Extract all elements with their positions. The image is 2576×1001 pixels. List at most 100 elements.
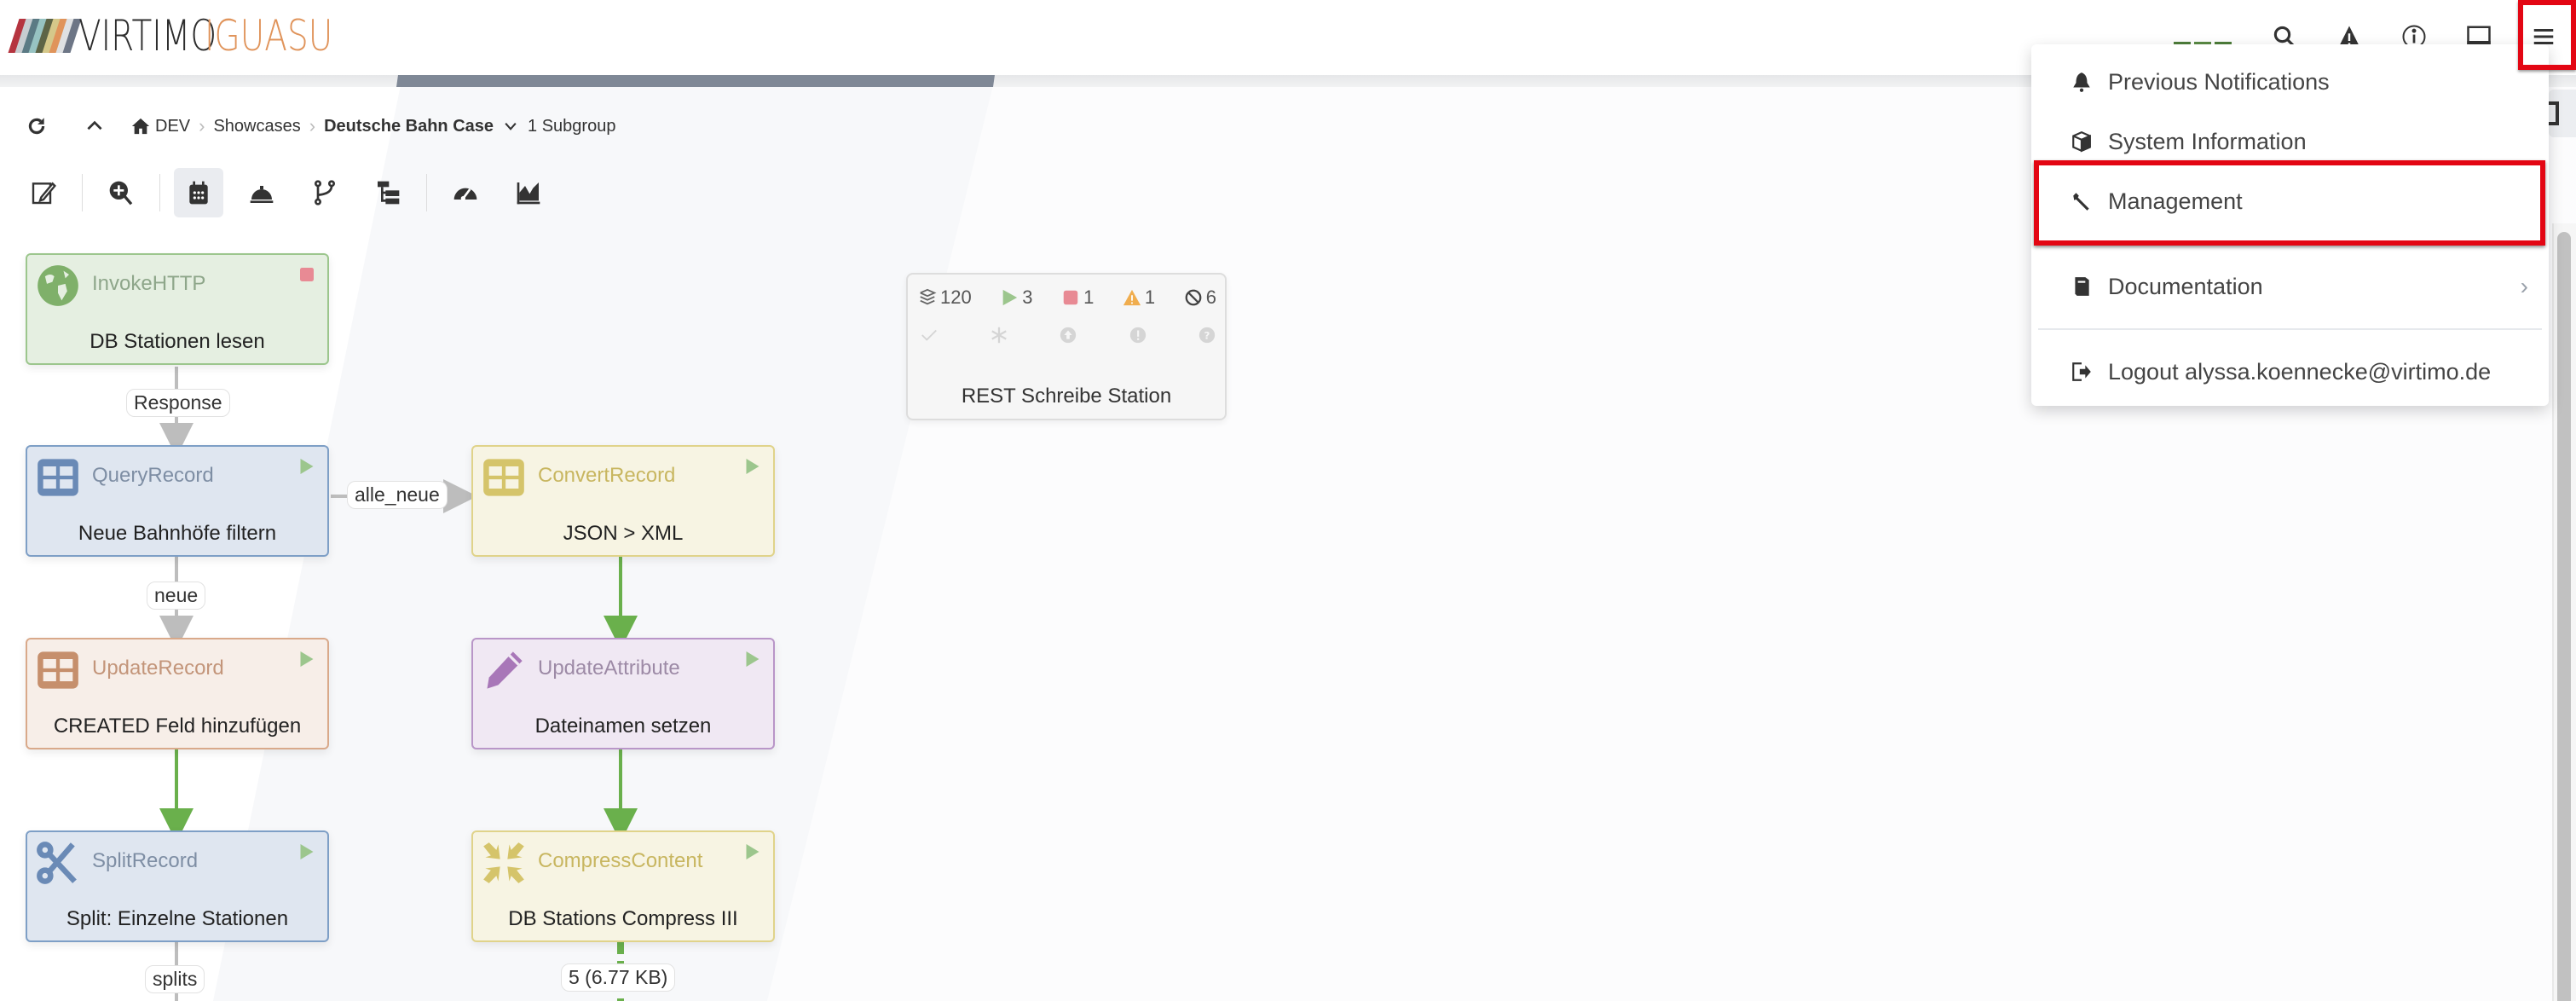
queued-stat: 120 [918,286,972,309]
process-group-rest-schreibe-station[interactable]: 120 3 1 1 6 ? REST Schreibe Station [906,273,1227,420]
refresh-icon [28,118,45,135]
area-chart-icon [517,182,540,205]
menu-divider [2038,328,2542,330]
exclamation-circle-icon [1129,327,1146,344]
globe-icon [38,265,78,306]
toolbar-divider [159,174,160,211]
play-icon [1002,289,1018,306]
processor-type: CompressContent [538,849,703,872]
table-icon [483,459,524,496]
running-icon [300,459,314,474]
stopped-stat: 1 [1061,286,1094,309]
processor-invokehttp[interactable]: InvokeHTTP DB Stationen lesen [26,253,329,365]
chevron-down-icon[interactable] [502,118,519,135]
processor-updateattribute[interactable]: UpdateAttribute Dateinamen setzen [471,638,775,749]
service-button[interactable] [237,168,286,217]
connection-label-neue[interactable]: neue [147,582,206,610]
menu-item-documentation[interactable]: Documentation › [2031,261,2549,312]
box-icon [2072,130,2091,153]
connection-label-response[interactable]: Response [126,389,230,417]
running-icon [300,844,314,859]
logout-icon [2072,362,2091,381]
processor-name: Neue Bahnhöfe filtern [78,522,277,545]
hierarchy-button[interactable] [363,168,413,217]
statistics-button[interactable] [504,168,553,217]
calendar-icon [189,181,208,205]
management-highlight [2034,160,2545,246]
processor-splitrecord[interactable]: SplitRecord Split: Einzelne Stationen [26,830,329,942]
version-stats: ? [920,326,1216,344]
processor-name: DB Stationen lesen [90,330,265,353]
processor-type: InvokeHTTP [92,272,206,295]
table-icon [38,651,78,689]
logo[interactable]: VIRTIMO IGUASU [8,11,368,61]
processor-name: Dateinamen setzen [534,715,712,738]
question-circle-icon: ? [1198,327,1216,344]
breadcrumb-item-current[interactable]: Deutsche Bahn Case [324,117,494,136]
menu-item-label: Documentation [2108,273,2263,299]
compress-icon [483,842,524,883]
edit-button[interactable] [19,168,68,217]
upload-circle-icon [1060,327,1077,344]
header-band-accent [396,75,995,87]
side-panel-toggle[interactable] [2549,90,2576,137]
running-icon [746,844,760,859]
processor-compresscontent[interactable]: CompressContent DB Stations Compress III [471,830,775,942]
hierarchy-icon [378,181,400,205]
processor-queryrecord[interactable]: QueryRecord Neue Bahnhöfe filtern [26,445,329,557]
subgroup-dropdown[interactable]: 1 Subgroup [528,117,615,136]
book-icon [2075,277,2089,296]
check-icon [921,329,937,341]
breadcrumb-item-showcases[interactable]: Showcases [213,117,300,136]
menu-item-label: System Information [2108,128,2307,154]
connection-label-splits[interactable]: splits [145,965,205,993]
running-icon [300,651,314,667]
gauge-icon [453,188,477,201]
connection-label-alle-neue[interactable]: alle_neue [347,481,448,509]
logo-mark-icon [8,19,82,53]
zoom-button[interactable] [96,168,146,217]
processor-updaterecord[interactable]: UpdateRecord CREATED Feld hinzufügen [26,638,329,749]
toolbar-divider [82,174,83,211]
running-icon [746,459,760,474]
product-name: IGUASU [204,11,333,61]
home-icon [131,118,150,135]
breadcrumb-separator: › [309,115,316,136]
menu-item-logout[interactable]: Logout alyssa.koennecke@virtimo.de [2031,346,2549,397]
running-icon [746,651,760,667]
queued-count: 120 [940,286,972,308]
scrollbar-thumb[interactable] [2557,232,2571,1001]
stopped-icon [300,268,314,281]
connection-label-queued[interactable]: 5 (6.77 KB) [561,963,676,992]
processor-type: ConvertRecord [538,464,676,487]
processor-name: Split: Einzelne Stationen [66,907,289,930]
svg-text:?: ? [1204,330,1210,342]
versioning-button[interactable] [300,168,349,217]
processor-name: DB Stations Compress III [508,907,738,930]
processor-type: SplitRecord [92,849,199,872]
running-stat: 3 [1000,286,1033,309]
metrics-button[interactable] [441,168,490,217]
chevron-right-icon: › [2520,273,2528,299]
breadcrumb-home[interactable]: DEV [131,117,190,136]
stop-icon [1063,290,1078,305]
navigate-up-button[interactable] [73,109,116,143]
disabled-count: 6 [1205,286,1216,308]
processor-type: UpdateAttribute [538,657,680,680]
menu-item-previous-notifications[interactable]: Previous Notifications [2031,56,2549,107]
processor-type: QueryRecord [92,464,214,487]
refresh-button[interactable] [15,109,58,143]
bell-icon [2073,72,2090,92]
table-icon [38,459,78,496]
schedule-button[interactable] [174,168,223,217]
menu-item-system-information[interactable]: System Information [2031,116,2549,167]
menu-item-label: Previous Notifications [2108,68,2330,95]
edit-icon [32,182,56,205]
breadcrumb-item-dev[interactable]: DEV [155,117,190,136]
stopped-count: 1 [1083,286,1095,308]
chevron-up-icon [87,120,102,130]
service-bell-icon [250,186,274,203]
menu-item-label: Logout alyssa.koennecke@virtimo.de [2108,358,2492,385]
processor-convertrecord[interactable]: ConvertRecord JSON > XML [471,445,775,557]
zoom-in-icon [109,181,133,205]
